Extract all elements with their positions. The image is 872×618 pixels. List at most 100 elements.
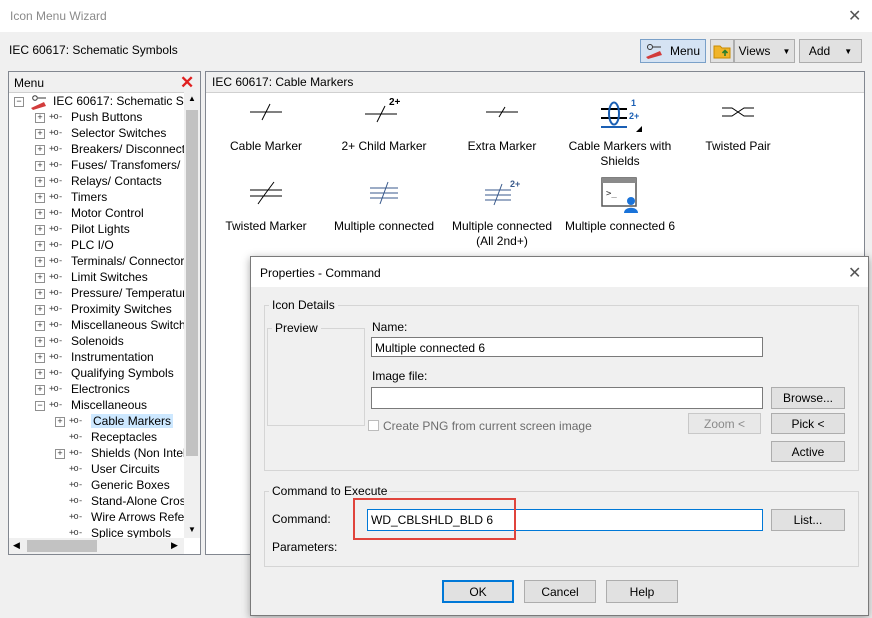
- tree-scroll-thumb[interactable]: [186, 110, 198, 456]
- twisted-marker-icon: [250, 181, 282, 205]
- image-file-input[interactable]: [371, 387, 763, 409]
- ok-button[interactable]: OK: [442, 580, 514, 603]
- collapse-icon[interactable]: −: [35, 401, 45, 411]
- icon-item-twisted-marker[interactable]: Twisted Marker: [207, 174, 325, 244]
- tree-item[interactable]: + +o- Selector Switches: [9, 126, 184, 142]
- icon-item-label: Cable Marker: [229, 139, 303, 153]
- zoom-button[interactable]: Zoom <: [688, 413, 761, 434]
- expand-icon[interactable]: +: [35, 241, 45, 251]
- tree-item[interactable]: + +o- Limit Switches: [9, 270, 184, 286]
- tree-item[interactable]: + +o- Motor Control: [9, 206, 184, 222]
- expand-icon[interactable]: +: [55, 417, 65, 427]
- twisted-pair-icon: [722, 107, 754, 117]
- expand-icon[interactable]: +: [35, 145, 45, 155]
- properties-dialog: Properties - Command ✕ Icon Details Prev…: [250, 256, 869, 616]
- tree-item[interactable]: + +o- Breakers/ Disconnects: [9, 142, 184, 158]
- expand-icon[interactable]: +: [35, 385, 45, 395]
- expand-icon[interactable]: +: [35, 193, 45, 203]
- chevron-down-icon: ▼: [844, 46, 853, 56]
- tree-item-label: Selector Switches: [71, 126, 167, 140]
- tree-item-label: Solenoids: [71, 334, 124, 348]
- cancel-button[interactable]: Cancel: [524, 580, 596, 603]
- window-close-icon[interactable]: ✕: [848, 6, 861, 26]
- icon-item-cable-marker[interactable]: Cable Marker: [207, 94, 325, 164]
- expand-icon[interactable]: +: [35, 353, 45, 363]
- expand-icon[interactable]: +: [35, 113, 45, 123]
- delete-icon[interactable]: ✕: [180, 73, 194, 93]
- expand-icon[interactable]: +: [35, 177, 45, 187]
- scroll-right-icon[interactable]: ▶: [171, 540, 178, 551]
- active-button[interactable]: Active: [771, 441, 845, 462]
- tree-item[interactable]: + +o- Miscellaneous Switches: [9, 318, 184, 334]
- expand-icon[interactable]: +: [35, 305, 45, 315]
- expand-icon[interactable]: +: [55, 449, 65, 459]
- expand-icon[interactable]: +: [35, 209, 45, 219]
- add-dropdown[interactable]: Add ▼: [799, 39, 862, 63]
- tree-item[interactable]: +o- Stand-Alone Cross-R: [9, 494, 184, 510]
- submenu-icon: +o-: [49, 128, 63, 138]
- tree-item[interactable]: + +o- PLC I/O: [9, 238, 184, 254]
- expand-icon[interactable]: +: [35, 257, 45, 267]
- icon-item-multiple-connected-6[interactable]: >_ Multiple connected 6: [561, 174, 679, 244]
- list-button[interactable]: List...: [771, 509, 845, 531]
- collapse-icon[interactable]: −: [14, 97, 24, 107]
- expand-icon[interactable]: +: [35, 321, 45, 331]
- command-input[interactable]: WD_CBLSHLD_BLD 6: [367, 509, 763, 531]
- tree-vertical-scrollbar[interactable]: ▲ ▼: [184, 92, 200, 538]
- tree-item[interactable]: + +o- Timers: [9, 190, 184, 206]
- help-button[interactable]: Help: [606, 580, 678, 603]
- tree-horizontal-scrollbar[interactable]: ◀ ▶: [9, 538, 184, 554]
- tree-item[interactable]: + +o- Push Buttons: [9, 110, 184, 126]
- icon-item-cable-markers-shields[interactable]: 1 2+ Cable Markers with Shields: [561, 94, 679, 168]
- name-input[interactable]: Multiple connected 6: [371, 337, 763, 357]
- expand-icon[interactable]: +: [35, 161, 45, 171]
- tree-item[interactable]: +o- Receptacles: [9, 430, 184, 446]
- expand-icon[interactable]: +: [35, 129, 45, 139]
- tree-item[interactable]: + +o- Instrumentation: [9, 350, 184, 366]
- tree-item[interactable]: + +o- Terminals/ Connectors: [9, 254, 184, 270]
- tree-item[interactable]: − +o- Miscellaneous: [9, 398, 184, 414]
- icon-item-extra-marker[interactable]: Extra Marker: [443, 94, 561, 164]
- expand-icon[interactable]: +: [35, 273, 45, 283]
- dialog-close-icon[interactable]: ✕: [848, 263, 861, 283]
- scroll-down-icon[interactable]: ▼: [188, 525, 196, 534]
- svg-text:>_: >_: [606, 189, 617, 199]
- icon-item-twisted-pair[interactable]: Twisted Pair: [679, 94, 797, 164]
- expand-icon[interactable]: +: [35, 369, 45, 379]
- tree-item[interactable]: +o- Splice symbols: [9, 526, 184, 538]
- tree-item[interactable]: +o- Wire Arrows Refere: [9, 510, 184, 526]
- folder-up-icon: [713, 45, 731, 59]
- tree-item[interactable]: +o- Generic Boxes: [9, 478, 184, 494]
- extra-marker-icon: [486, 106, 518, 118]
- tree-item[interactable]: + +o- Relays/ Contacts: [9, 174, 184, 190]
- tree-item[interactable]: + +o- Fuses/ Transfomers/ Re: [9, 158, 184, 174]
- tree-item[interactable]: + +o- Qualifying Symbols: [9, 366, 184, 382]
- icon-item-child-marker[interactable]: 2+ 2+ Child Marker: [325, 94, 443, 164]
- expand-icon[interactable]: +: [35, 289, 45, 299]
- browse-button[interactable]: Browse...: [771, 387, 845, 409]
- tree-item[interactable]: + +o- Electronics: [9, 382, 184, 398]
- tree-hscroll-thumb[interactable]: [27, 540, 97, 552]
- tree-item[interactable]: + +o- Pilot Lights: [9, 222, 184, 238]
- icon-item-multiple-connected-all[interactable]: 2+ Multiple connected (All 2nd+): [443, 174, 561, 248]
- folder-up-button[interactable]: [710, 39, 734, 63]
- menu-mode-icon: [646, 44, 662, 59]
- expand-icon[interactable]: +: [35, 337, 45, 347]
- tree-item[interactable]: + +o- Solenoids: [9, 334, 184, 350]
- create-png-checkbox[interactable]: [368, 420, 379, 431]
- scroll-left-icon[interactable]: ◀: [13, 540, 20, 551]
- views-dropdown[interactable]: Views ▼: [734, 39, 795, 63]
- tree-item[interactable]: +o- User Circuits: [9, 462, 184, 478]
- menu-button[interactable]: Menu: [640, 39, 706, 63]
- tree-item-label: Receptacles: [91, 430, 158, 444]
- badge-text: 2+: [510, 179, 520, 189]
- tree-item[interactable]: − IEC 60617: Schematic Symb: [9, 94, 184, 110]
- pick-button[interactable]: Pick <: [771, 413, 845, 434]
- tree-item[interactable]: + +o- Shields (Non Intellig: [9, 446, 184, 462]
- tree-item[interactable]: + +o- Pressure/ Temperature: [9, 286, 184, 302]
- icon-item-multiple-connected[interactable]: Multiple connected: [325, 174, 443, 244]
- scroll-up-icon[interactable]: ▲: [188, 94, 196, 103]
- expand-icon[interactable]: +: [35, 225, 45, 235]
- tree-item[interactable]: + +o- Cable Markers: [9, 414, 184, 430]
- tree-item[interactable]: + +o- Proximity Switches: [9, 302, 184, 318]
